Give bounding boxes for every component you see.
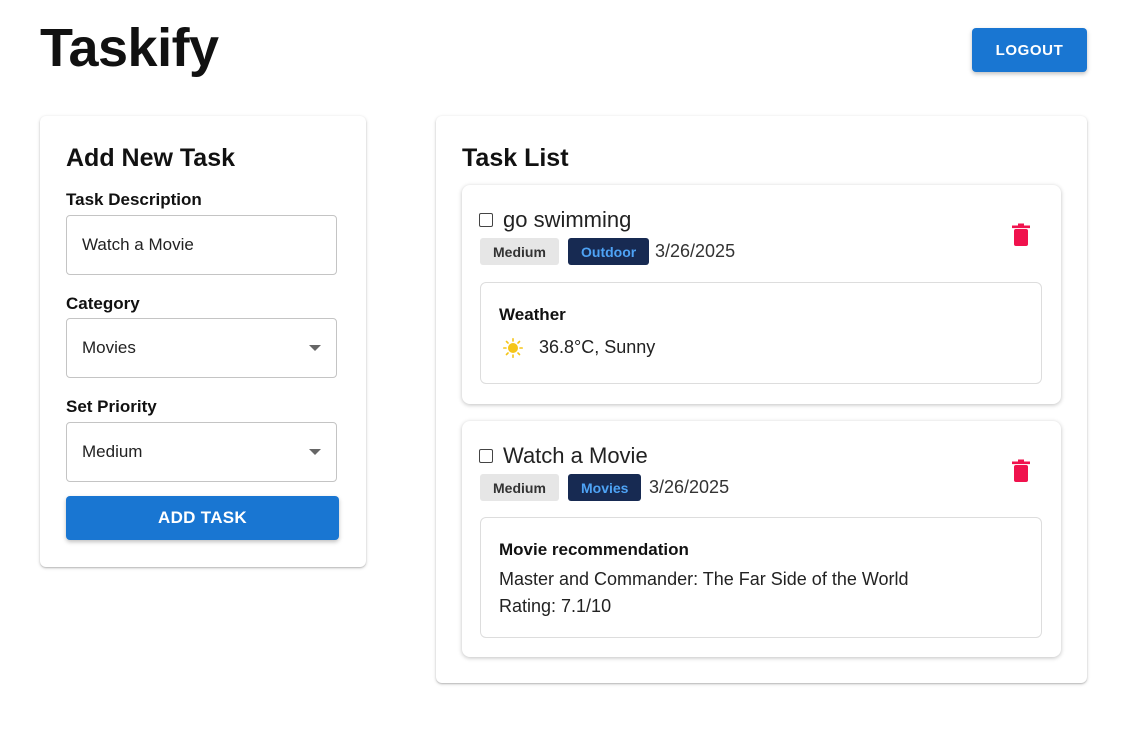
task-date: 3/26/2025 bbox=[655, 241, 736, 261]
delete-task-button[interactable] bbox=[1010, 223, 1032, 247]
chevron-down-icon bbox=[309, 449, 321, 455]
taskify-page: Taskify LOGOUT Add New Task Task Descrip… bbox=[0, 0, 1123, 746]
task-list-card: Task List go swimming Medium Outdoor 3/2… bbox=[436, 116, 1087, 683]
weather-row: 36.8°C, Sunny bbox=[503, 337, 655, 358]
sun-icon bbox=[503, 337, 523, 358]
weather-title: Weather bbox=[499, 305, 566, 324]
task-name: go swimming bbox=[503, 207, 632, 232]
add-task-button[interactable]: ADD TASK bbox=[66, 496, 339, 540]
task-list-title: Task List bbox=[462, 144, 569, 172]
task-complete-checkbox[interactable] bbox=[479, 213, 493, 227]
movie-panel: Movie recommendation Master and Commande… bbox=[480, 517, 1042, 638]
trash-icon bbox=[1012, 459, 1030, 482]
category-badge: Outdoor bbox=[568, 238, 650, 265]
movie-title: Master and Commander: The Far Side of th… bbox=[499, 569, 909, 589]
priority-selected-value: Medium bbox=[82, 442, 143, 461]
category-select[interactable]: Movies bbox=[66, 318, 337, 378]
priority-label: Set Priority bbox=[66, 397, 157, 416]
movie-rating: Rating: 7.1/10 bbox=[499, 596, 612, 616]
logout-button[interactable]: LOGOUT bbox=[972, 28, 1087, 72]
add-task-title: Add New Task bbox=[66, 144, 236, 172]
task-description-input[interactable] bbox=[66, 215, 337, 275]
delete-task-button[interactable] bbox=[1010, 459, 1032, 483]
task-name: Watch a Movie bbox=[503, 443, 648, 468]
priority-badge: Medium bbox=[480, 474, 559, 501]
priority-badge: Medium bbox=[480, 238, 559, 265]
task-description-label: Task Description bbox=[66, 190, 202, 209]
category-selected-value: Movies bbox=[82, 338, 136, 357]
category-label: Category bbox=[66, 294, 140, 313]
task-item: Watch a Movie Medium Movies 3/26/2025 Mo… bbox=[462, 421, 1061, 657]
task-complete-checkbox[interactable] bbox=[479, 449, 493, 463]
priority-select[interactable]: Medium bbox=[66, 422, 337, 482]
task-item: go swimming Medium Outdoor 3/26/2025 Wea… bbox=[462, 185, 1061, 404]
movie-recommendation-title: Movie recommendation bbox=[499, 540, 689, 559]
add-task-card: Add New Task Task Description Category M… bbox=[40, 116, 366, 567]
trash-icon bbox=[1012, 223, 1030, 246]
task-date: 3/26/2025 bbox=[649, 477, 730, 497]
category-badge: Movies bbox=[568, 474, 642, 501]
chevron-down-icon bbox=[309, 345, 321, 351]
weather-panel: Weather 36.8°C, Sunny bbox=[480, 282, 1042, 384]
app-title: Taskify bbox=[40, 18, 219, 78]
weather-text: 36.8°C, Sunny bbox=[539, 337, 656, 357]
